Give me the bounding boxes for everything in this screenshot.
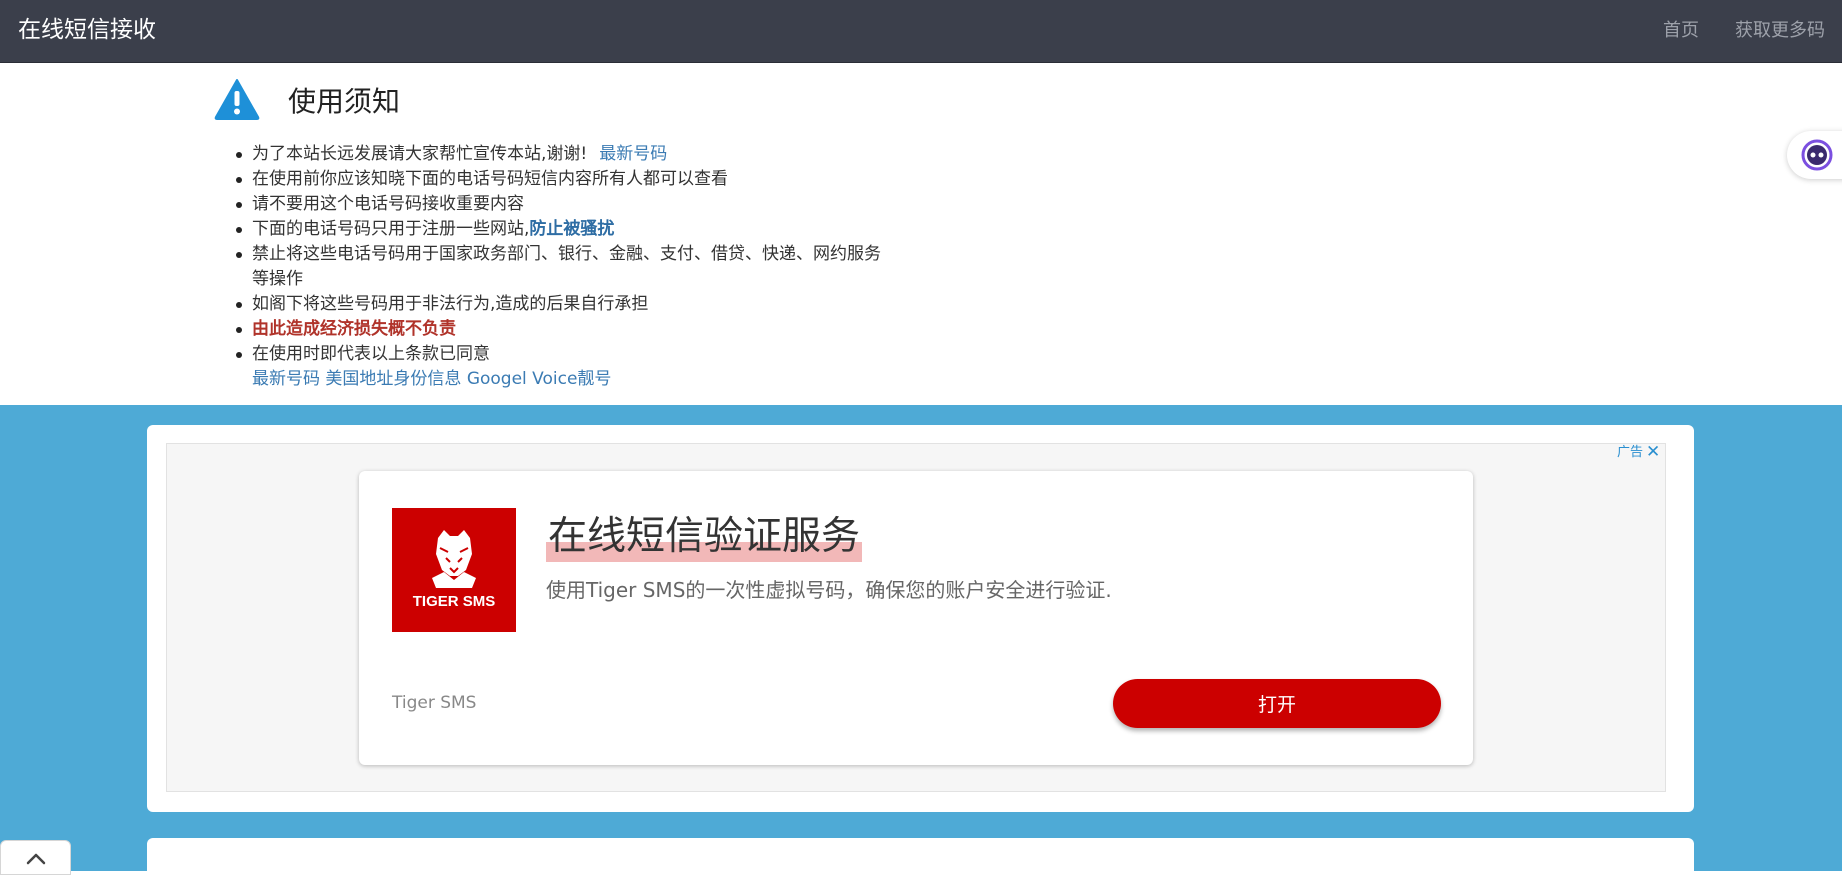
nav-more-numbers-link[interactable]: 获取更多码 (1735, 19, 1825, 43)
list-item: 下面的电话号码只用于注册一些网站,防止被骚扰 (236, 217, 932, 242)
tiger-head-icon (432, 530, 476, 588)
notice-item-text: 请不要用这个电话号码接收重要内容 (252, 194, 524, 214)
notice-item-text: 下面的电话号码只用于注册一些网站, (252, 219, 530, 239)
logo-text: TIGER SMS (412, 593, 496, 610)
list-item: 由此造成经济损失概不负责 (236, 317, 932, 342)
ad-headline[interactable]: 在线短信验证服务 (546, 512, 863, 562)
notice-item-text-cont: 等操作 (252, 269, 303, 289)
notice-list: 为了本站长远发展请大家帮忙宣传本站,谢谢! 最新号码 在使用前你应该知晓下面的电话… (236, 142, 932, 392)
ad-label[interactable]: 广告 (1617, 444, 1643, 462)
list-item: 在使用时即代表以上条款已同意 (236, 342, 932, 367)
notice-item-text: 在使用前你应该知晓下面的电话号码短信内容所有人都可以查看 (252, 169, 728, 189)
footer-google-voice-link[interactable]: Googel Voice靓号 (467, 369, 612, 389)
notice-title: 使用须知 (288, 85, 401, 118)
notice-item-text: 为了本站长远发展请大家帮忙宣传本站,谢谢! (252, 144, 588, 164)
list-item: 为了本站长远发展请大家帮忙宣传本站,谢谢! 最新号码 (236, 142, 932, 167)
latest-numbers-link[interactable]: 最新号码 (599, 144, 667, 164)
scroll-top-button[interactable] (0, 840, 71, 875)
list-item: 如阁下将这些号码用于非法行为,造成的后果自行承担 (236, 292, 932, 317)
tiger-sms-logo[interactable]: TIGER SMS (392, 508, 516, 632)
footer-links-row: 最新号码 美国地址身份信息 Googel Voice靓号 (252, 367, 932, 392)
list-item: 在使用前你应该知晓下面的电话号码短信内容所有人都可以查看 (236, 167, 932, 192)
list-item: 请不要用这个电话号码接收重要内容 (236, 192, 932, 217)
notice-item-text: 在使用时即代表以上条款已同意 (252, 344, 490, 364)
notice-item-text: 如阁下将这些号码用于非法行为,造成的后果自行承担 (252, 294, 649, 314)
nav-home-link[interactable]: 首页 (1663, 19, 1699, 43)
usage-notice: 使用须知 为了本站长远发展请大家帮忙宣传本站,谢谢! 最新号码 在使用前你应该知晓… (0, 63, 1842, 405)
next-content-card (147, 838, 1694, 878)
footer-us-address-link[interactable]: 美国地址身份信息 (325, 369, 461, 389)
ad-open-button[interactable]: 打开 (1113, 679, 1441, 728)
list-item: 禁止将这些电话号码用于国家政务部门、银行、金融、支付、借贷、快递、网约服务 等操… (236, 242, 932, 292)
liability-warning: 由此造成经济损失概不负责 (252, 319, 456, 339)
footer-latest-numbers-link[interactable]: 最新号码 (252, 369, 320, 389)
notice-item-text: 禁止将这些电话号码用于国家政务部门、银行、金融、支付、借贷、快递、网约服务 (252, 244, 881, 264)
assistant-icon (1801, 139, 1833, 171)
warning-icon (214, 78, 260, 124)
ad-close-icon[interactable]: ✕ (1646, 441, 1660, 463)
site-brand[interactable]: 在线短信接收 (18, 15, 156, 45)
ad-advertiser[interactable]: Tiger SMS (392, 691, 476, 715)
top-navbar: 在线短信接收 首页 获取更多码 (0, 0, 1842, 63)
floating-assistant-widget[interactable] (1787, 131, 1842, 179)
ad-description[interactable]: 使用Tiger SMS的一次性虚拟号码，确保您的账户安全进行验证. (546, 576, 1112, 604)
prevent-harassment-link[interactable]: 防止被骚扰 (529, 219, 614, 239)
